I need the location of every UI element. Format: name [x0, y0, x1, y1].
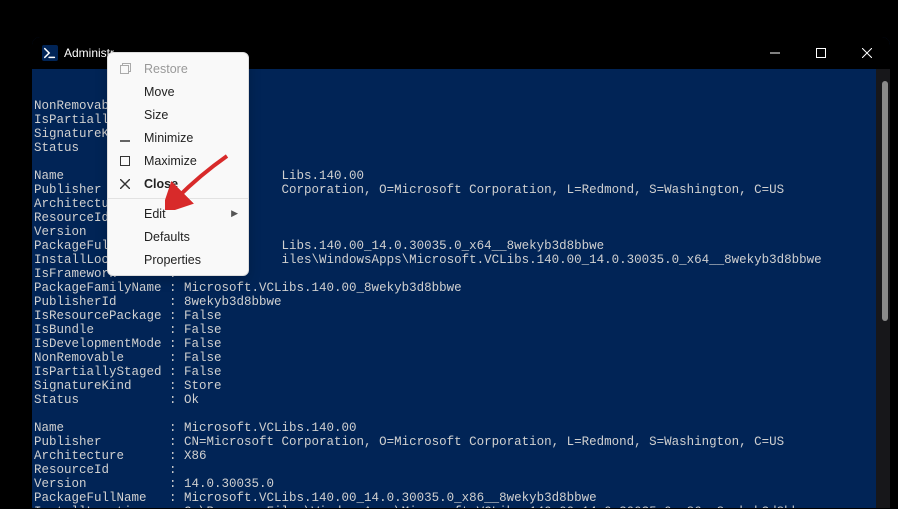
menu-label: Defaults — [144, 230, 190, 244]
menu-item-properties[interactable]: Properties — [108, 248, 248, 271]
menu-label: Close — [144, 177, 178, 191]
minimize-icon — [118, 131, 132, 145]
output-line: ResourceId — [34, 211, 109, 225]
menu-item-edit[interactable]: Edit ▶ — [108, 202, 248, 225]
menu-item-restore[interactable]: Restore — [108, 57, 248, 80]
menu-item-minimize[interactable]: Minimize — [108, 126, 248, 149]
output-line: Status : Ok — [34, 393, 199, 407]
output-line: InstallLocation : C:\Program Files\Windo… — [34, 505, 814, 508]
close-icon — [118, 177, 132, 191]
menu-item-maximize[interactable]: Maximize — [108, 149, 248, 172]
menu-separator — [108, 198, 248, 199]
powershell-icon — [42, 45, 58, 61]
menu-item-defaults[interactable]: Defaults — [108, 225, 248, 248]
close-button[interactable] — [844, 37, 890, 69]
menu-label: Properties — [144, 253, 201, 267]
menu-label: Size — [144, 108, 168, 122]
output-line: ResourceId : — [34, 463, 177, 477]
submenu-arrow-icon: ▶ — [231, 208, 238, 219]
menu-label: Minimize — [144, 131, 193, 145]
menu-label: Edit — [144, 207, 166, 221]
window-controls — [752, 37, 890, 69]
menu-label: Move — [144, 85, 175, 99]
menu-label: Maximize — [144, 154, 197, 168]
output-line: Publisher : CN=Microsoft Corporation, O=… — [34, 435, 784, 449]
system-menu: Restore Move Size Minimize Maximize Clos… — [107, 52, 249, 276]
minimize-button[interactable] — [752, 37, 798, 69]
vertical-scrollbar[interactable] — [876, 69, 890, 508]
menu-item-move[interactable]: Move — [108, 80, 248, 103]
output-line: IsPartiallyStaged : False — [34, 365, 222, 379]
restore-icon — [118, 62, 132, 76]
menu-item-close[interactable]: Close — [108, 172, 248, 195]
maximize-icon — [118, 154, 132, 168]
output-line: Status — [34, 141, 79, 155]
output-line: Version — [34, 225, 87, 239]
output-line: Name : Microsoft.VCLibs.140.00 — [34, 421, 357, 435]
output-line: PackageFamilyName : Microsoft.VCLibs.140… — [34, 281, 462, 295]
output-line: NonRemovable : False — [34, 351, 222, 365]
output-line: Version : 14.0.30035.0 — [34, 477, 274, 491]
output-line: IsResourcePackage : False — [34, 309, 222, 323]
menu-label: Restore — [144, 62, 188, 76]
output-line: PackageFullName : Microsoft.VCLibs.140.0… — [34, 491, 597, 505]
output-line: PublisherId : 8wekyb3d8bbwe — [34, 295, 282, 309]
output-line: IsBundle : False — [34, 323, 222, 337]
output-line: IsDevelopmentMode : False — [34, 337, 222, 351]
output-line: Architecture : X86 — [34, 449, 207, 463]
maximize-button[interactable] — [798, 37, 844, 69]
menu-item-size[interactable]: Size — [108, 103, 248, 126]
output-line: SignatureKind : Store — [34, 379, 222, 393]
scrollbar-thumb[interactable] — [882, 81, 888, 321]
